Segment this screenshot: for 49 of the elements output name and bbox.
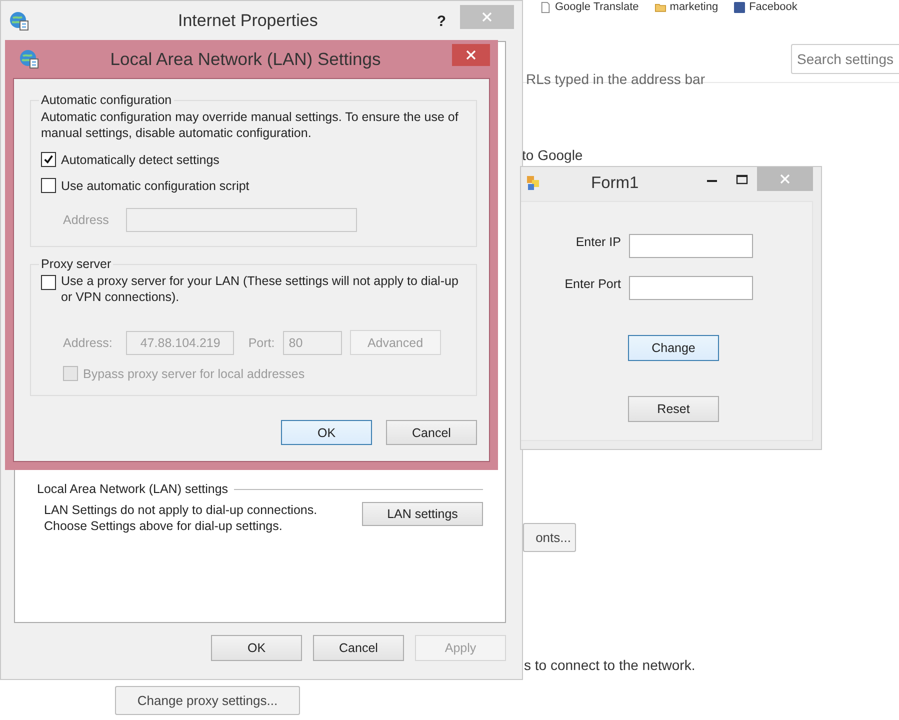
field-label: Enter Port — [564, 277, 621, 291]
dialog-title: Local Area Network (LAN) Settings — [109, 48, 382, 70]
group-description: Automatic configuration may override manual settings. To ensure the use of manual settings, disable automatic configuration. — [41, 109, 460, 141]
group-heading: Proxy server — [40, 257, 112, 271]
window-title: Form1 — [591, 174, 640, 192]
fonts-button[interactable]: onts... — [523, 523, 576, 552]
form-button[interactable]: Change — [628, 335, 719, 361]
field-label: Address — [63, 213, 109, 227]
dialog-button[interactable]: Cancel — [386, 420, 477, 445]
checkbox[interactable] — [41, 152, 56, 167]
group-heading: Automatic configuration — [40, 93, 173, 107]
close-icon — [780, 174, 790, 184]
help-button[interactable]: ? — [436, 12, 446, 30]
settings-text: RLs typed in the address bar — [526, 71, 705, 87]
close-icon — [466, 50, 476, 60]
maximize-icon — [736, 174, 748, 186]
social-logo-icon — [734, 2, 746, 12]
field-label: Address: — [63, 336, 112, 350]
field-label: Enter IP — [574, 235, 621, 249]
lan-settings-button[interactable]: LAN settings — [362, 502, 483, 526]
folder-icon — [654, 2, 666, 12]
checkbox-label: Bypass proxy server for local addresses — [83, 366, 305, 380]
window-title: Internet Properties — [176, 11, 319, 31]
lan-description: LAN Settings do not apply to dial-up connections. Choose Settings above for dial-up settings. — [44, 502, 318, 534]
dialog-button[interactable]: Cancel — [313, 635, 404, 661]
form-button[interactable]: Reset — [628, 396, 719, 422]
bookmark-link[interactable]: Google Translate — [555, 1, 639, 13]
dialog-button[interactable]: OK — [281, 420, 372, 445]
globe-document-icon — [9, 11, 29, 31]
checkbox-label: Automatically detect settings — [61, 152, 220, 166]
settings-text: to Google — [522, 147, 583, 163]
dialog-button[interactable]: OK — [211, 635, 302, 661]
section-heading: Local Area Network (LAN) settings — [37, 482, 228, 496]
address-field[interactable] — [126, 208, 357, 232]
close-icon — [482, 12, 492, 22]
close-button[interactable] — [452, 44, 490, 66]
field-label: Port: — [248, 336, 275, 350]
form-icon — [527, 176, 539, 190]
checkbox-label: Use a proxy server for your LAN (These settings will not apply to dial-up or VPN connections). — [61, 273, 460, 305]
checkbox[interactable] — [41, 178, 56, 193]
change-proxy-button[interactable]: Change proxy settings... — [115, 686, 300, 715]
input-field[interactable] — [629, 234, 753, 258]
bookmark-link[interactable]: marketing — [670, 1, 718, 13]
globe-document-icon — [19, 49, 39, 69]
checkbox-label: Use automatic configuration script — [61, 178, 250, 192]
settings-text: s to connect to the network. — [524, 657, 696, 673]
input-field[interactable] — [629, 276, 753, 300]
search-field[interactable]: Search settings — [791, 44, 899, 74]
bookmark-link[interactable]: Facebook — [749, 1, 798, 13]
